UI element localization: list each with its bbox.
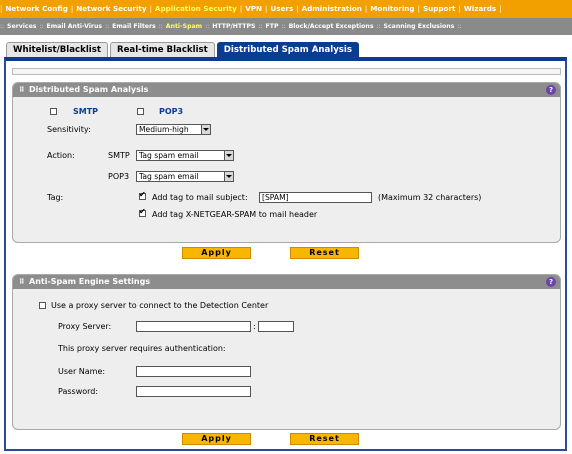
sensitivity-value: Medium-high <box>139 125 189 134</box>
chevron-down-icon <box>224 172 233 181</box>
tab-distributed-spam-analysis[interactable]: Distributed Spam Analysis <box>216 42 359 58</box>
reset-button[interactable]: Reset <box>290 247 359 259</box>
smtp-label: SMTP <box>73 107 99 116</box>
top-nav-administration[interactable]: Administration <box>299 0 365 18</box>
action-pop3-value: Tag spam email <box>139 172 199 181</box>
tag-subject-value: [SPAM] <box>262 193 289 202</box>
sensitivity-select[interactable]: Medium-high <box>136 124 211 135</box>
port-separator: : <box>253 322 256 331</box>
top-nav: | Network Config | Network Security | Applica… <box>0 0 572 18</box>
tag-subject-input[interactable]: [SPAM] <box>259 192 372 203</box>
username-label: User Name: <box>58 367 106 376</box>
top-nav-network-security[interactable]: Network Security <box>73 0 149 18</box>
proxy-server-label: Proxy Server: <box>58 322 112 331</box>
tag-header-checkbox[interactable] <box>139 207 146 217</box>
tag-subject-label: Add tag to mail subject: <box>152 193 248 202</box>
password-input[interactable] <box>136 386 251 397</box>
tab-whitelist-blacklist[interactable]: Whitelist/Blacklist <box>6 42 108 58</box>
pop3-label: POP3 <box>159 107 184 116</box>
help-icon[interactable]: ? <box>546 277 556 287</box>
grip-icon: ⠿ <box>19 278 25 286</box>
action-smtp-select[interactable]: Tag spam email <box>136 150 234 161</box>
sub-nav: :: Services:: Email Anti-Virus:: Email Filt… <box>0 18 572 35</box>
proxy-checkbox-label: Use a proxy server to connect to the Det… <box>51 301 269 310</box>
password-label: Password: <box>58 387 99 396</box>
engine-panel: ⠿ Anti-Spam Engine Settings ? Use a proxy… <box>12 274 561 430</box>
sensitivity-label: Sensitivity: <box>47 125 91 134</box>
pop3-checkbox[interactable] <box>137 108 144 115</box>
chevron-down-icon <box>224 151 233 160</box>
smtp-checkbox[interactable] <box>50 108 57 115</box>
action-smtp-label: SMTP <box>108 151 130 160</box>
help-icon[interactable]: ? <box>546 85 556 95</box>
dsa-panel: ⠿ Distributed Spam Analysis ? SMTP POP3 S… <box>12 82 561 243</box>
tag-header-label: Add tag X-NETGEAR-SPAM to mail header <box>152 210 318 219</box>
top-nav-users[interactable]: Users <box>267 0 296 18</box>
sub-nav-block-accept-exceptions[interactable]: Block/Accept Exceptions <box>286 18 377 35</box>
auth-note: This proxy server requires authenticatio… <box>58 344 226 353</box>
tag-label: Tag: <box>47 193 64 202</box>
top-nav-monitoring[interactable]: Monitoring <box>367 0 417 18</box>
message-bar <box>12 68 561 75</box>
nav-separator: | <box>499 5 502 13</box>
sub-nav-ftp[interactable]: FTP <box>263 18 282 35</box>
sub-nav-services[interactable]: Services <box>4 18 39 35</box>
subnav-separator: :: <box>457 23 462 30</box>
action-pop3-select[interactable]: Tag spam email <box>136 171 234 182</box>
apply-button[interactable]: Apply <box>182 247 251 259</box>
proxy-port-input[interactable] <box>258 321 294 332</box>
tag-subject-hint: (Maximum 32 characters) <box>378 193 482 202</box>
dsa-panel-header: ⠿ Distributed Spam Analysis ? <box>13 83 560 97</box>
proxy-checkbox[interactable] <box>39 302 46 309</box>
action-label: Action: <box>47 151 75 160</box>
username-input[interactable] <box>136 366 251 377</box>
engine-panel-header: ⠿ Anti-Spam Engine Settings ? <box>13 275 560 289</box>
tag-subject-checkbox[interactable] <box>139 190 146 200</box>
apply-button-2[interactable]: Apply <box>182 433 251 445</box>
sub-nav-anti-spam[interactable]: Anti-Spam <box>163 18 205 35</box>
action-smtp-value: Tag spam email <box>139 151 199 160</box>
top-nav-support[interactable]: Support <box>420 0 459 18</box>
sub-nav-email-filters[interactable]: Email Filters <box>109 18 159 35</box>
top-nav-network-config[interactable]: Network Config <box>2 0 71 18</box>
sub-nav-email-anti-virus[interactable]: Email Anti-Virus <box>44 18 106 35</box>
sub-nav-http-https[interactable]: HTTP/HTTPS <box>209 18 258 35</box>
top-nav-wizards[interactable]: Wizards <box>461 0 499 18</box>
tab-real-time-blacklist[interactable]: Real-time Blacklist <box>109 42 215 58</box>
chevron-down-icon <box>201 125 210 134</box>
grip-icon: ⠿ <box>19 86 25 94</box>
tab-bar: Whitelist/Blacklist Real-time Blacklist Di… <box>6 42 359 58</box>
top-nav-application-security[interactable]: Application Security <box>152 0 240 18</box>
action-pop3-label: POP3 <box>108 172 130 181</box>
proxy-server-input[interactable] <box>136 321 251 332</box>
content-area: ⠿ Distributed Spam Analysis ? SMTP POP3 S… <box>4 57 567 451</box>
engine-title: Anti-Spam Engine Settings <box>29 277 151 286</box>
dsa-title: Distributed Spam Analysis <box>29 85 149 94</box>
reset-button-2[interactable]: Reset <box>290 433 359 445</box>
sub-nav-scanning-exclusions[interactable]: Scanning Exclusions <box>381 18 458 35</box>
top-nav-vpn[interactable]: VPN <box>242 0 265 18</box>
